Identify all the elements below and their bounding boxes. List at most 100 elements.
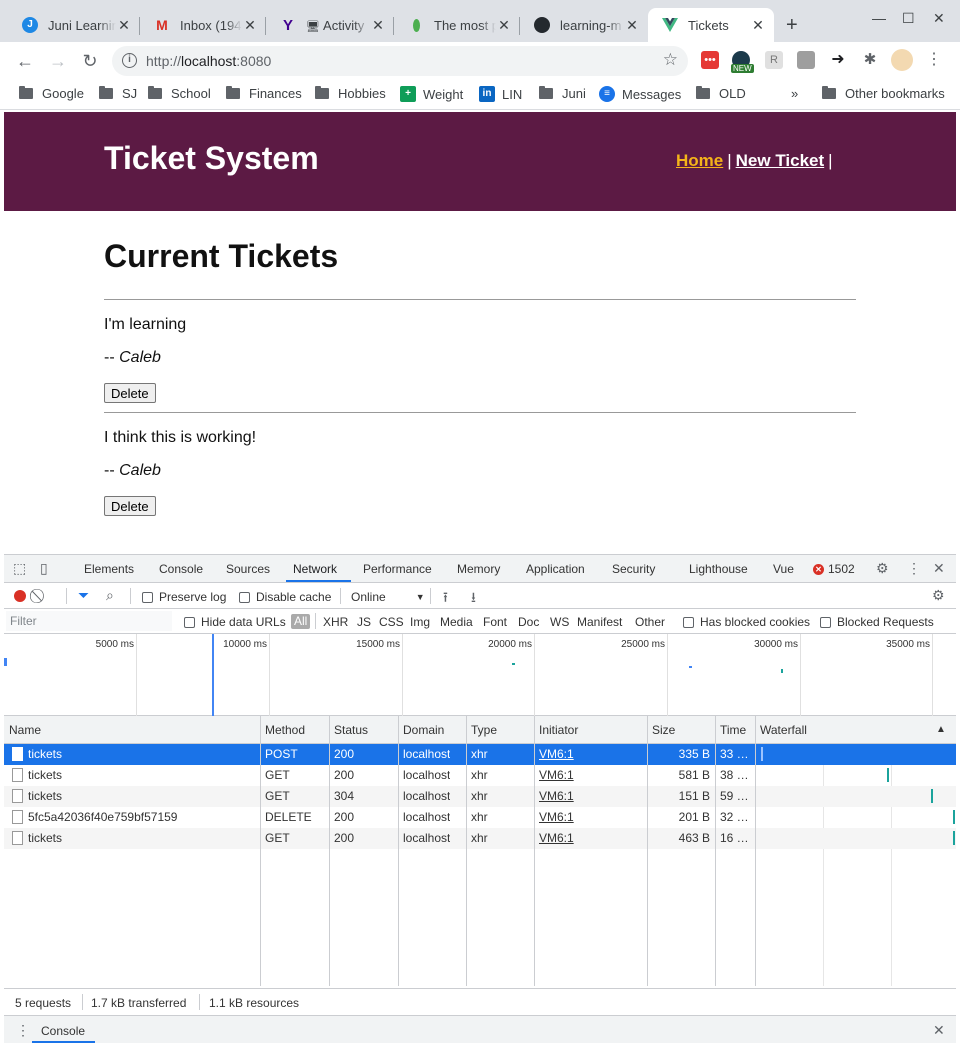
devtools-tab-console[interactable]: Console bbox=[159, 562, 203, 576]
back-icon[interactable]: ← bbox=[14, 50, 36, 72]
filter-funnel-icon[interactable]: ⏷ bbox=[78, 587, 89, 604]
column-header-time[interactable]: Time bbox=[720, 723, 746, 737]
type-filter-font[interactable]: Font bbox=[483, 615, 507, 629]
reload-icon[interactable]: ↻ bbox=[79, 50, 101, 72]
request-row[interactable]: tickets GET 200 localhost xhr VM6:1 463 B 16 … bbox=[4, 828, 956, 849]
column-header-waterfall[interactable]: Waterfall bbox=[760, 723, 807, 737]
extensions-puzzle-icon[interactable]: ✱ bbox=[861, 51, 879, 69]
type-filter-doc[interactable]: Doc bbox=[518, 615, 539, 629]
hide-data-urls-checkbox[interactable]: Hide data URLs bbox=[184, 615, 286, 629]
close-devtools-icon[interactable]: ✕ bbox=[933, 560, 945, 577]
inspect-element-icon[interactable]: ⬚ bbox=[13, 560, 26, 577]
network-settings-icon[interactable]: ⚙ bbox=[932, 587, 945, 604]
bookmark-other[interactable]: Other bookmarks bbox=[822, 86, 945, 101]
error-counter[interactable]: ✕ 1502 bbox=[813, 562, 855, 576]
extension-print-icon[interactable] bbox=[797, 51, 815, 69]
type-filter-other[interactable]: Other bbox=[635, 615, 665, 629]
bookmark-hobbies[interactable]: Hobbies bbox=[315, 86, 386, 101]
nav-new-ticket-link[interactable]: New Ticket bbox=[736, 151, 825, 170]
extension-reader-icon[interactable]: R bbox=[765, 51, 783, 69]
record-icon[interactable] bbox=[14, 590, 26, 602]
request-initiator[interactable]: VM6:1 bbox=[539, 747, 574, 761]
bookmark-finances[interactable]: Finances bbox=[226, 86, 302, 101]
maximize-icon[interactable]: ☐ bbox=[902, 10, 915, 27]
close-drawer-icon[interactable]: ✕ bbox=[933, 1022, 945, 1039]
request-initiator[interactable]: VM6:1 bbox=[539, 810, 574, 824]
minimize-icon[interactable]: — bbox=[872, 10, 886, 26]
type-filter-img[interactable]: Img bbox=[410, 615, 430, 629]
column-header-domain[interactable]: Domain bbox=[403, 723, 444, 737]
address-bar[interactable]: i http://localhost:8080 ☆ bbox=[112, 46, 688, 76]
devtools-tab-sources[interactable]: Sources bbox=[226, 562, 270, 576]
column-header-size[interactable]: Size bbox=[652, 723, 675, 737]
column-header-method[interactable]: Method bbox=[265, 723, 305, 737]
request-initiator[interactable]: VM6:1 bbox=[539, 789, 574, 803]
request-row[interactable]: 5fc5a42036f40e759bf57159 DELETE 200 localho… bbox=[4, 807, 956, 828]
delete-ticket-button[interactable]: Delete bbox=[104, 383, 156, 403]
export-har-icon[interactable]: ⭳ bbox=[471, 587, 476, 611]
close-window-icon[interactable]: ✕ bbox=[933, 10, 945, 27]
browser-tab[interactable]: J Juni Learning ✕ bbox=[8, 8, 140, 42]
share-arrow-icon[interactable]: ➜ bbox=[829, 51, 847, 69]
drawer-menu-icon[interactable]: ⋮ bbox=[16, 1022, 30, 1039]
forward-icon[interactable]: → bbox=[47, 50, 69, 72]
devtools-tab-memory[interactable]: Memory bbox=[457, 562, 500, 576]
request-initiator[interactable]: VM6:1 bbox=[539, 831, 574, 845]
devtools-tab-vue[interactable]: Vue bbox=[773, 562, 794, 576]
site-info-icon[interactable]: i bbox=[122, 53, 137, 68]
column-header-name[interactable]: Name bbox=[9, 723, 41, 737]
close-tab-icon[interactable]: ✕ bbox=[624, 17, 640, 34]
bookmark-weight[interactable]: + Weight bbox=[400, 86, 463, 102]
sort-ascending-icon[interactable]: ▲ bbox=[936, 724, 946, 735]
bookmark-old[interactable]: OLD bbox=[696, 86, 746, 101]
browser-tab[interactable]: Y 🖥 Activity ✕ bbox=[266, 8, 394, 42]
throttling-select[interactable]: Online ▼ bbox=[351, 590, 425, 604]
close-tab-icon[interactable]: ✕ bbox=[496, 17, 512, 34]
disable-cache-checkbox[interactable]: Disable cache bbox=[239, 590, 331, 604]
devtools-tab-network[interactable]: Network bbox=[293, 562, 337, 576]
close-tab-icon[interactable]: ✕ bbox=[242, 17, 258, 34]
close-tab-icon[interactable]: ✕ bbox=[370, 17, 386, 34]
devtools-tab-lighthouse[interactable]: Lighthouse bbox=[689, 562, 748, 576]
bookmark-lin[interactable]: in LIN bbox=[479, 86, 522, 102]
bookmarks-overflow-icon[interactable]: » bbox=[791, 86, 798, 101]
has-blocked-cookies-checkbox[interactable]: Has blocked cookies bbox=[683, 615, 810, 629]
bookmark-messages[interactable]: ≡ Messages bbox=[599, 86, 681, 102]
bookmark-school[interactable]: School bbox=[148, 86, 211, 101]
devtools-tab-performance[interactable]: Performance bbox=[363, 562, 432, 576]
type-filter-media[interactable]: Media bbox=[440, 615, 473, 629]
browser-menu-icon[interactable]: ⋮ bbox=[925, 51, 943, 69]
type-filter-ws[interactable]: WS bbox=[550, 615, 569, 629]
request-initiator[interactable]: VM6:1 bbox=[539, 768, 574, 782]
devtools-tab-security[interactable]: Security bbox=[612, 562, 655, 576]
filter-input[interactable]: Filter bbox=[6, 611, 172, 631]
type-filter-manifest[interactable]: Manifest bbox=[577, 615, 622, 629]
type-filter-js[interactable]: JS bbox=[357, 615, 371, 629]
close-tab-icon[interactable]: ✕ bbox=[750, 17, 766, 34]
delete-ticket-button[interactable]: Delete bbox=[104, 496, 156, 516]
blocked-requests-checkbox[interactable]: Blocked Requests bbox=[820, 615, 934, 629]
browser-tab[interactable]: learning-m ✕ bbox=[520, 8, 648, 42]
device-toolbar-icon[interactable]: ▯ bbox=[40, 560, 48, 577]
request-row[interactable]: tickets GET 304 localhost xhr VM6:1 151 B 59 … bbox=[4, 786, 956, 807]
type-filter-xhr[interactable]: XHR bbox=[323, 615, 348, 629]
drawer-tab-console[interactable]: Console bbox=[41, 1024, 85, 1038]
browser-tab[interactable]: M Inbox (194) ✕ bbox=[140, 8, 266, 42]
profile-avatar[interactable] bbox=[891, 49, 913, 71]
bookmark-juni[interactable]: Juni bbox=[539, 86, 586, 101]
nav-home-link[interactable]: Home bbox=[676, 151, 723, 170]
browser-tab[interactable]: The most p ✕ bbox=[394, 8, 520, 42]
type-filter-all[interactable]: All bbox=[291, 614, 311, 629]
preserve-log-checkbox[interactable]: Preserve log bbox=[142, 590, 226, 604]
bookmark-star-icon[interactable]: ☆ bbox=[663, 50, 678, 70]
devtools-menu-icon[interactable]: ⋮ bbox=[907, 560, 921, 577]
column-header-type[interactable]: Type bbox=[471, 723, 497, 737]
request-row[interactable]: tickets POST 200 localhost xhr VM6:1 335 B 33 … bbox=[4, 744, 956, 765]
browser-tab-active[interactable]: Tickets ✕ bbox=[648, 8, 774, 42]
devtools-tab-application[interactable]: Application bbox=[526, 562, 585, 576]
devtools-tab-elements[interactable]: Elements bbox=[84, 562, 134, 576]
search-icon[interactable]: ⌕ bbox=[106, 587, 114, 604]
new-tab-button[interactable]: + bbox=[786, 14, 798, 37]
request-row[interactable]: tickets GET 200 localhost xhr VM6:1 581 B 38 … bbox=[4, 765, 956, 786]
import-har-icon[interactable]: ⭱ bbox=[443, 587, 448, 611]
